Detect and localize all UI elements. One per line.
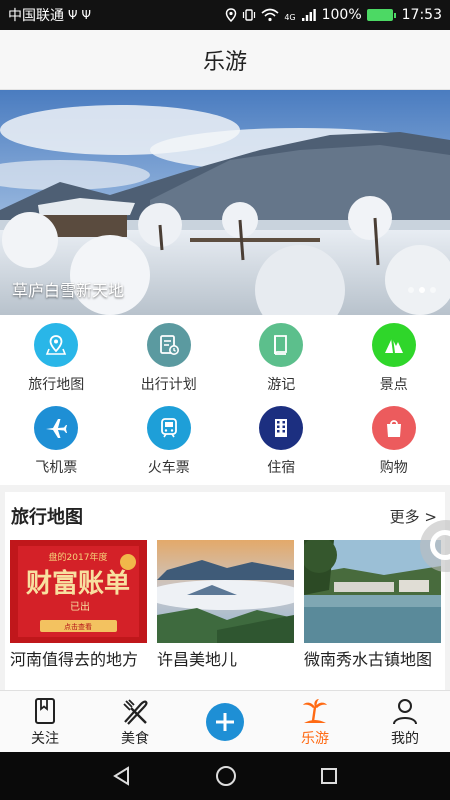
user-icon (393, 699, 417, 725)
book-icon (259, 323, 304, 367)
travel-map-section: 旅行地图 更多 > 盘的2017年度 财富账单 已出 点击查看 河南值得去的地方… (5, 492, 445, 690)
more-link[interactable]: 更多 > (390, 506, 437, 527)
carousel-dots (408, 287, 436, 293)
recents-icon[interactable] (319, 766, 339, 786)
category-label: 游记 (267, 377, 296, 393)
tab-follow[interactable]: 关注 (0, 691, 90, 752)
map-pin-icon (34, 323, 79, 367)
banner-caption: 草庐白雪新天地 (12, 281, 125, 300)
signal-icon (301, 9, 316, 21)
card-title: 河南值得去的地方 (10, 650, 139, 669)
poster-button-text: 点击查看 (64, 622, 92, 631)
bookmark-icon (35, 698, 55, 724)
category-label: 火车票 (147, 460, 190, 476)
bottom-tab-bar: 关注 美食 乐游 我的 (0, 690, 450, 752)
carousel-dot (430, 287, 436, 293)
section-header: 旅行地图 更多 > (5, 492, 445, 540)
category-travel-map[interactable]: 旅行地图 (0, 323, 113, 406)
carousel-dot (408, 287, 414, 293)
category-trip-plan[interactable]: 出行计划 (113, 323, 226, 406)
palm-tree-icon (303, 699, 327, 723)
time-text: 17:53 (401, 7, 442, 23)
location-icon (226, 8, 237, 22)
category-travel-notes[interactable]: 游记 (225, 323, 338, 406)
poster-top-text: 盘的2017年度 (49, 551, 108, 563)
card-list: 盘的2017年度 财富账单 已出 点击查看 河南值得去的地方 许昌美地儿 微南秀… (5, 540, 445, 690)
usb-icon: Ψ (81, 8, 91, 22)
category-label: 出行计划 (140, 377, 197, 393)
category-hotels[interactable]: 住宿 (225, 406, 338, 489)
category-attractions[interactable]: 景点 (338, 323, 450, 406)
add-icon (206, 702, 244, 741)
category-label: 飞机票 (35, 460, 78, 476)
tab-add[interactable] (180, 691, 270, 752)
battery-icon (366, 9, 396, 21)
category-flights[interactable]: 飞机票 (0, 406, 113, 489)
category-grid: 旅行地图 出行计划 游记 景点 飞机票 火车票 住宿 购物 (0, 315, 450, 485)
battery-percent: 100% (321, 7, 362, 23)
page-header: 乐游 (0, 30, 450, 90)
tab-label: 关注 (31, 731, 59, 747)
carrier-text: 中国联通 (8, 8, 64, 24)
card-image (157, 540, 294, 643)
category-label: 旅行地图 (28, 377, 85, 393)
tab-food[interactable]: 美食 (90, 691, 180, 752)
card-image (304, 540, 441, 643)
vibrate-icon (243, 9, 256, 21)
shopping-bag-icon (371, 406, 416, 450)
status-bar: 中国联通 Ψ Ψ 4G 100% 17:53 (0, 0, 450, 30)
tab-label: 我的 (391, 731, 419, 747)
banner-carousel[interactable]: 草庐白雪新天地 (0, 90, 450, 315)
tab-mine[interactable]: 我的 (360, 691, 450, 752)
category-label: 景点 (379, 377, 408, 393)
calendar-icon (146, 323, 191, 367)
poster-sub-text: 已出 (70, 600, 90, 613)
train-icon (146, 406, 191, 450)
category-label: 购物 (379, 460, 408, 476)
card-image: 盘的2017年度 财富账单 已出 点击查看 (10, 540, 147, 643)
poster-main-text: 财富账单 (26, 568, 130, 599)
wifi-icon (261, 8, 279, 22)
card-henan[interactable]: 盘的2017年度 财富账单 已出 点击查看 河南值得去的地方 (10, 540, 147, 690)
page-title: 乐游 (202, 49, 247, 75)
airplane-icon (34, 406, 79, 450)
section-title: 旅行地图 (11, 507, 83, 528)
carousel-dot-active (419, 287, 425, 293)
back-icon[interactable] (111, 765, 133, 787)
card-weinan[interactable]: 微南秀水古镇地图 (304, 540, 441, 690)
usb-icon: Ψ (68, 8, 78, 22)
card-title: 许昌美地儿 (157, 650, 238, 669)
app-screen: 中国联通 Ψ Ψ 4G 100% 17:53 乐游 草庐白雪新天地 旅行地图 出… (0, 0, 450, 800)
system-nav-bar (0, 752, 450, 800)
tab-label: 美食 (121, 731, 149, 747)
card-title: 微南秀水古镇地图 (304, 650, 433, 669)
tab-label: 乐游 (301, 731, 329, 747)
fork-knife-icon (123, 699, 148, 725)
network-type: 4G (284, 13, 296, 22)
building-icon (259, 406, 304, 450)
category-shopping[interactable]: 购物 (338, 406, 450, 489)
category-label: 住宿 (267, 460, 296, 476)
mountain-icon (371, 323, 416, 367)
home-icon[interactable] (214, 764, 238, 788)
tab-leyou[interactable]: 乐游 (270, 691, 360, 752)
card-xuchang[interactable]: 许昌美地儿 (157, 540, 294, 690)
category-train-tickets[interactable]: 火车票 (113, 406, 226, 489)
